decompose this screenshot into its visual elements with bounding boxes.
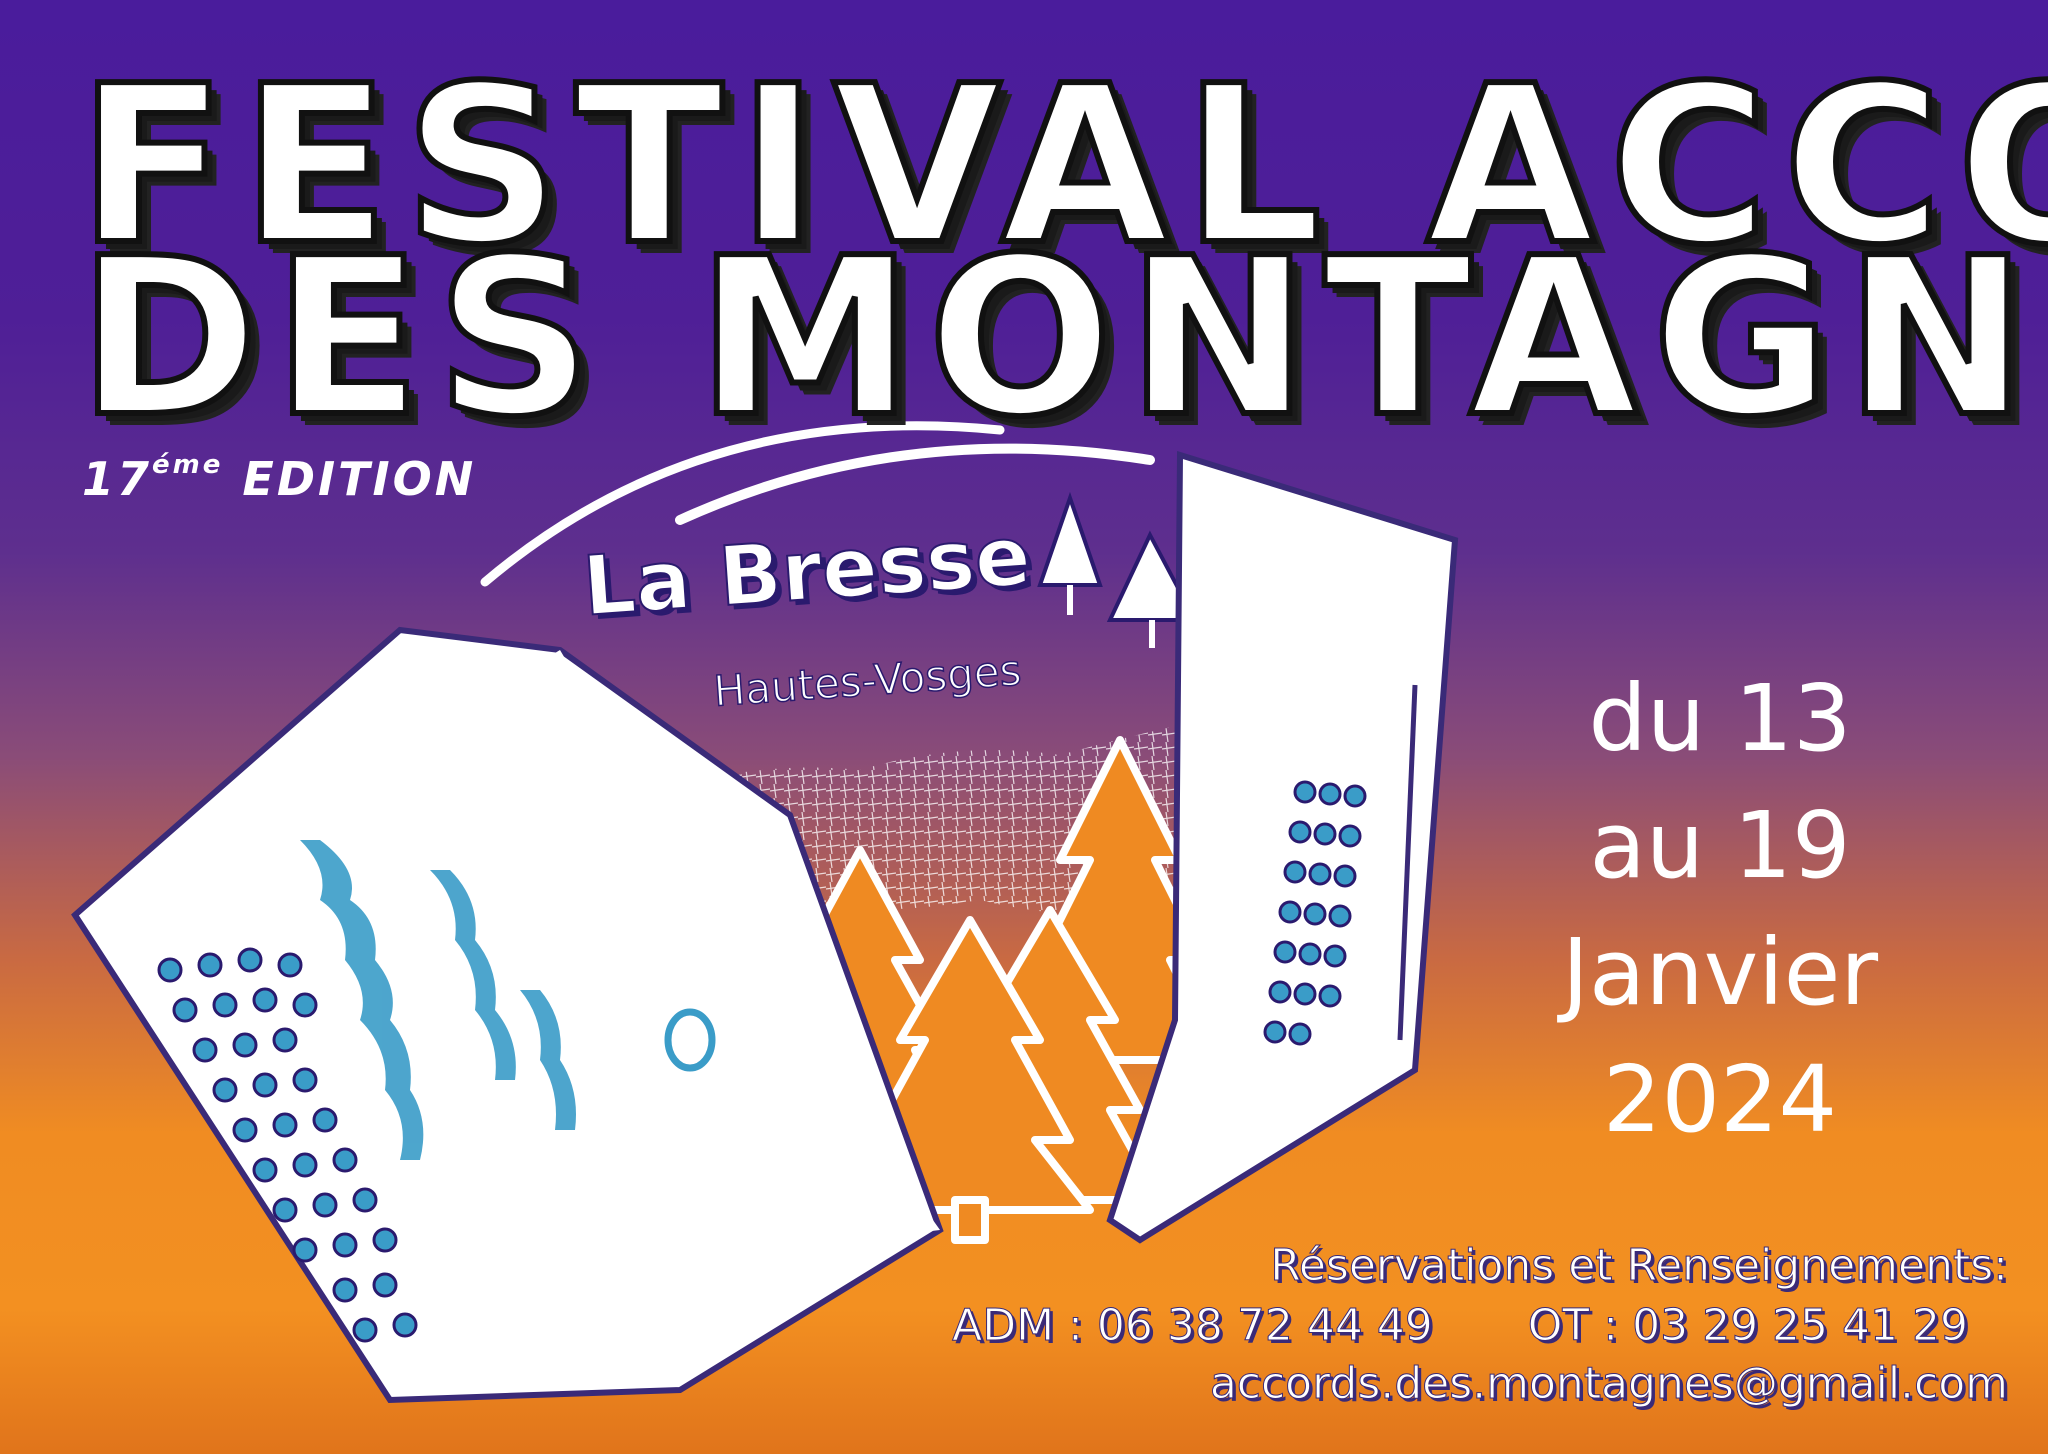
edition-word: EDITION xyxy=(242,452,477,506)
date-line-1: du 13 xyxy=(1588,665,1852,772)
pine-tree-icon xyxy=(1037,491,1199,648)
adm-phone: ADM : 06 38 72 44 49 xyxy=(952,1300,1434,1352)
contact-email[interactable]: accords.des.montagnes@gmail.com xyxy=(1209,1358,2008,1410)
edition-suffix: éme xyxy=(152,449,224,480)
ot-phone: OT : 03 29 25 41 29 xyxy=(1527,1300,1968,1352)
poster: FESTIVAL ACCORDS DES MONTAGNES 17éme EDI… xyxy=(0,0,2048,1454)
date-line-3: Janvier xyxy=(1561,919,1879,1026)
edition-label: 17éme EDITION xyxy=(82,449,477,506)
date-line-2: au 19 xyxy=(1589,792,1851,899)
contact-heading: Réservations et Renseignements: xyxy=(1270,1240,2009,1292)
edition-number: 17 xyxy=(82,452,153,506)
left-accordion xyxy=(71,626,944,1404)
festival-dates: du 13 au 19 Janvier 2024 xyxy=(1500,655,1940,1163)
contact-phones: ADM : 06 38 72 44 49 OT : 03 29 25 41 29 xyxy=(952,1300,1969,1352)
date-line-4: 2024 xyxy=(1602,1046,1838,1153)
festival-title-line2: DES MONTAGNES xyxy=(75,212,2048,465)
